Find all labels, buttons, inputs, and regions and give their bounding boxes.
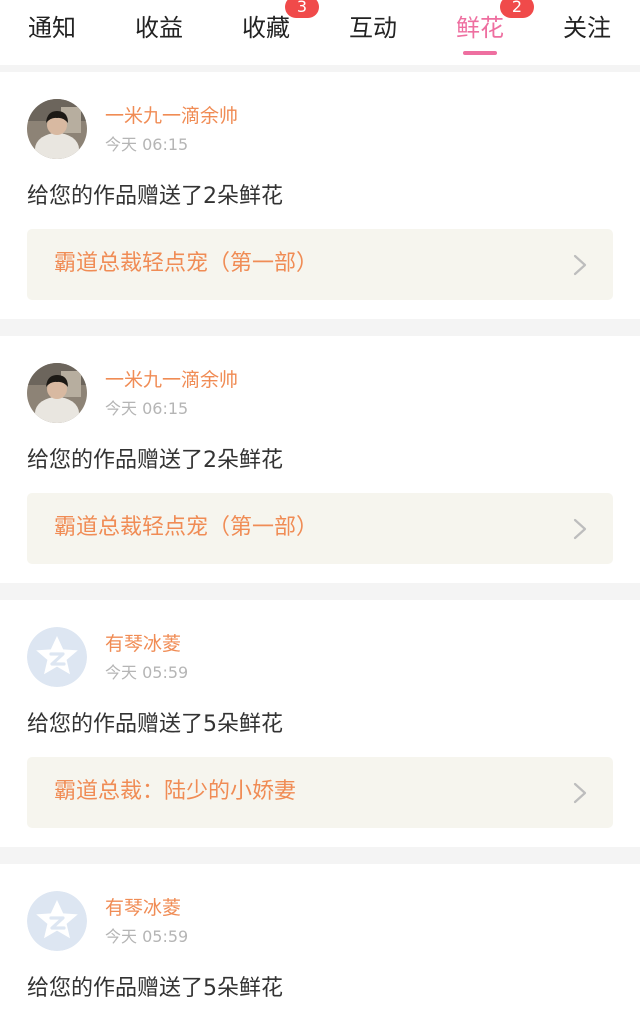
sender-username[interactable]: 有琴冰菱 xyxy=(105,632,181,656)
active-tab-indicator xyxy=(463,51,497,55)
work-link[interactable]: 霸道总裁轻点宠（第一部） xyxy=(27,493,613,564)
flower-gift-card: 一米九一滴余帅 今天 06:15 给您的作品赠送了2朵鲜花 霸道总裁轻点宠（第一… xyxy=(0,336,640,583)
tab-label: 收藏 xyxy=(242,14,290,42)
flowers-count-badge: 2 xyxy=(500,0,534,18)
tab-label: 互动 xyxy=(349,14,397,42)
tab-label: 关注 xyxy=(563,14,611,42)
work-title: 霸道总裁：陆少的小娇妻 xyxy=(54,779,297,804)
flower-gift-card: 一米九一滴余帅 今天 06:15 给您的作品赠送了2朵鲜花 霸道总裁轻点宠（第一… xyxy=(0,72,640,319)
photo-avatar[interactable] xyxy=(27,363,87,423)
flower-gift-card: 有琴冰菱 今天 05:59 给您的作品赠送了5朵鲜花 霸道总裁：陆少的小娇妻 xyxy=(0,600,640,847)
tab-favorites[interactable]: 收藏 3 xyxy=(228,0,319,65)
sender-username[interactable]: 有琴冰菱 xyxy=(105,896,181,920)
work-link[interactable]: 霸道总裁：陆少的小娇妻 xyxy=(27,757,613,828)
tab-label: 鲜花 xyxy=(456,14,504,42)
default-qzone-star-avatar[interactable] xyxy=(27,627,87,687)
timestamp: 今天 06:15 xyxy=(105,135,189,154)
timestamp: 今天 05:59 xyxy=(105,663,189,682)
chevron-right-icon xyxy=(573,518,587,540)
gift-message: 给您的作品赠送了5朵鲜花 xyxy=(27,976,283,1001)
timestamp: 今天 05:59 xyxy=(105,927,189,946)
work-title: 霸道总裁轻点宠（第一部） xyxy=(54,515,319,540)
tab-earnings[interactable]: 收益 xyxy=(121,0,197,65)
timestamp: 今天 06:15 xyxy=(105,399,189,418)
tab-label: 通知 xyxy=(28,14,76,42)
gift-message: 给您的作品赠送了2朵鲜花 xyxy=(27,448,283,473)
chevron-right-icon xyxy=(573,254,587,276)
flower-gift-card: 有琴冰菱 今天 05:59 给您的作品赠送了5朵鲜花 xyxy=(0,864,640,1018)
gift-message: 给您的作品赠送了5朵鲜花 xyxy=(27,712,283,737)
gift-message: 给您的作品赠送了2朵鲜花 xyxy=(27,184,283,209)
favorites-count-badge: 3 xyxy=(285,0,319,18)
work-title: 霸道总裁轻点宠（第一部） xyxy=(54,251,319,276)
tab-label: 收益 xyxy=(135,14,183,42)
sender-username[interactable]: 一米九一滴余帅 xyxy=(105,368,238,392)
tab-notifications[interactable]: 通知 xyxy=(14,0,90,65)
tab-interactions[interactable]: 互动 xyxy=(335,0,411,65)
tab-following[interactable]: 关注 xyxy=(549,0,625,65)
work-link[interactable]: 霸道总裁轻点宠（第一部） xyxy=(27,229,613,300)
photo-avatar[interactable] xyxy=(27,99,87,159)
tab-flowers[interactable]: 鲜花 2 xyxy=(442,0,534,65)
top-tab-bar: 通知 收益 收藏 3 互动 鲜花 2 关注 xyxy=(0,0,640,65)
sender-username[interactable]: 一米九一滴余帅 xyxy=(105,104,238,128)
chevron-right-icon xyxy=(573,782,587,804)
default-qzone-star-avatar[interactable] xyxy=(27,891,87,951)
